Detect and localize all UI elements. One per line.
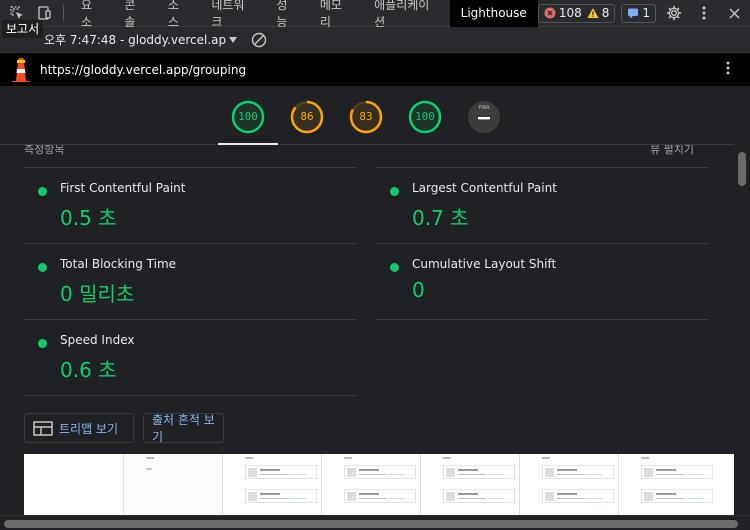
message-icon — [628, 8, 639, 19]
filmstrip-frame — [322, 454, 421, 515]
filmstrip-frame — [223, 454, 322, 515]
issue-counters: 108 8 1 — [537, 2, 750, 24]
tab-performance[interactable]: 성능 — [265, 0, 309, 29]
error-count: 108 — [544, 6, 582, 20]
gauge-pwa-label: PWA — [478, 105, 490, 111]
metric-largest-contentful-paint: Largest Contentful Paint 0.7 초 — [376, 168, 708, 244]
pass-indicator-icon — [38, 339, 47, 348]
score-gauges: 100 86 83 100 PWA — [0, 86, 734, 145]
tab-console[interactable]: 콘솔 — [113, 0, 157, 29]
view-treemap-label: 트리맵 보기 — [59, 421, 119, 436]
metric-label: Largest Contentful Paint — [412, 181, 557, 195]
error-count-value: 108 — [558, 6, 582, 20]
gauge-performance[interactable]: 100 — [231, 100, 265, 134]
report-menu-icon[interactable] — [726, 60, 730, 79]
warning-icon — [587, 8, 599, 18]
pass-indicator-icon — [38, 263, 47, 272]
view-trace-button[interactable]: 출처 흔적 보기 — [143, 413, 224, 444]
view-trace-label: 출처 흔적 보기 — [152, 413, 215, 444]
metrics-heading: 측정항목 — [24, 145, 65, 156]
tab-sources[interactable]: 소스 — [157, 0, 201, 29]
filmstrip-frame — [24, 454, 124, 515]
tab-application[interactable]: 애플리케이션 — [363, 0, 450, 29]
metric-label: Total Blocking Time — [60, 257, 177, 271]
message-count: 1 — [627, 6, 650, 20]
more-options-icon[interactable] — [692, 2, 716, 24]
metric-label: Speed Index — [60, 333, 135, 347]
gauge-seo-value: 100 — [415, 110, 435, 123]
pass-indicator-icon — [390, 187, 399, 196]
lighthouse-logo-icon — [12, 57, 30, 82]
report-url[interactable]: https://gloddy.vercel.app/grouping — [40, 63, 246, 77]
tab-memory[interactable]: 메모리 — [309, 0, 363, 29]
vertical-scroll-thumb[interactable] — [738, 152, 746, 186]
vertical-scrollbar[interactable] — [734, 86, 750, 515]
clear-reports-icon[interactable] — [251, 32, 267, 48]
metric-cumulative-layout-shift: Cumulative Layout Shift 0 — [376, 244, 708, 320]
gauge-best-practices[interactable]: 83 — [349, 100, 383, 134]
gauge-best-practices-value: 83 — [359, 110, 373, 123]
metric-value: 0 밀리초 — [60, 282, 135, 306]
filmstrip-frame — [421, 454, 520, 515]
tab-network[interactable]: 네트워크 — [200, 0, 265, 29]
metric-value: 0.6 초 — [60, 358, 117, 382]
filmstrip-frame — [619, 454, 718, 515]
report-tooltip: 보고서 — [2, 20, 44, 38]
metric-speed-index: Speed Index 0.6 초 — [24, 320, 356, 396]
metric-label: First Contentful Paint — [60, 181, 186, 195]
toolbar-divider — [62, 5, 64, 21]
message-count-value: 1 — [642, 6, 650, 20]
view-treemap-button[interactable]: 트리맵 보기 — [24, 413, 134, 443]
metric-value: 0.5 초 — [60, 206, 117, 230]
warning-count: 8 — [587, 6, 610, 20]
treemap-icon — [33, 420, 53, 436]
pass-indicator-icon — [390, 263, 399, 272]
devtools-tabbar: 요소 콘솔 소스 네트워크 성능 메모리 애플리케이션 Lighthouse 1… — [0, 0, 750, 29]
close-devtools-icon[interactable] — [722, 2, 746, 24]
error-icon — [544, 7, 556, 19]
metric-label: Cumulative Layout Shift — [412, 257, 557, 271]
metrics-section: 측정항목 뷰 펼치기 First Contentful Paint 0.5 초 … — [0, 145, 734, 515]
message-counts[interactable]: 1 — [621, 3, 656, 23]
report-url-bar: https://gloddy.vercel.app/grouping — [0, 53, 750, 86]
gauge-accessibility[interactable]: 86 — [290, 100, 324, 134]
metric-value: 0 — [412, 278, 425, 302]
gauge-pwa[interactable]: PWA — [467, 100, 501, 134]
horizontal-scrollbar[interactable] — [0, 515, 750, 530]
pass-indicator-icon — [38, 187, 47, 196]
metric-total-blocking-time: Total Blocking Time 0 밀리초 — [24, 244, 356, 320]
filmstrip-frame — [124, 454, 223, 515]
gauge-seo[interactable]: 100 — [408, 100, 442, 134]
report-toolbar: 오후 7:47:48 - gloddy.vercel.ap — [0, 27, 750, 53]
tab-lighthouse[interactable]: Lighthouse — [449, 0, 538, 27]
screenshot-filmstrip — [24, 454, 734, 515]
report-select-value: 오후 7:47:48 - gloddy.vercel.ap — [44, 33, 227, 47]
metric-first-contentful-paint: First Contentful Paint 0.5 초 — [24, 168, 356, 244]
gauge-performance-value: 100 — [238, 110, 258, 123]
horizontal-scroll-thumb[interactable] — [4, 520, 738, 528]
metric-value: 0.7 초 — [412, 206, 469, 230]
filmstrip-frame — [520, 454, 619, 515]
console-counts[interactable]: 108 8 — [537, 3, 616, 23]
dropdown-caret-icon — [229, 36, 238, 43]
report-select-dropdown[interactable]: 오후 7:47:48 - gloddy.vercel.ap — [44, 31, 238, 48]
expand-view-toggle[interactable]: 뷰 펼치기 — [650, 145, 694, 157]
warning-count-value: 8 — [601, 6, 610, 20]
tab-elements[interactable]: 요소 — [70, 0, 114, 29]
gauge-accessibility-value: 86 — [300, 110, 314, 123]
settings-gear-icon[interactable] — [662, 2, 686, 24]
